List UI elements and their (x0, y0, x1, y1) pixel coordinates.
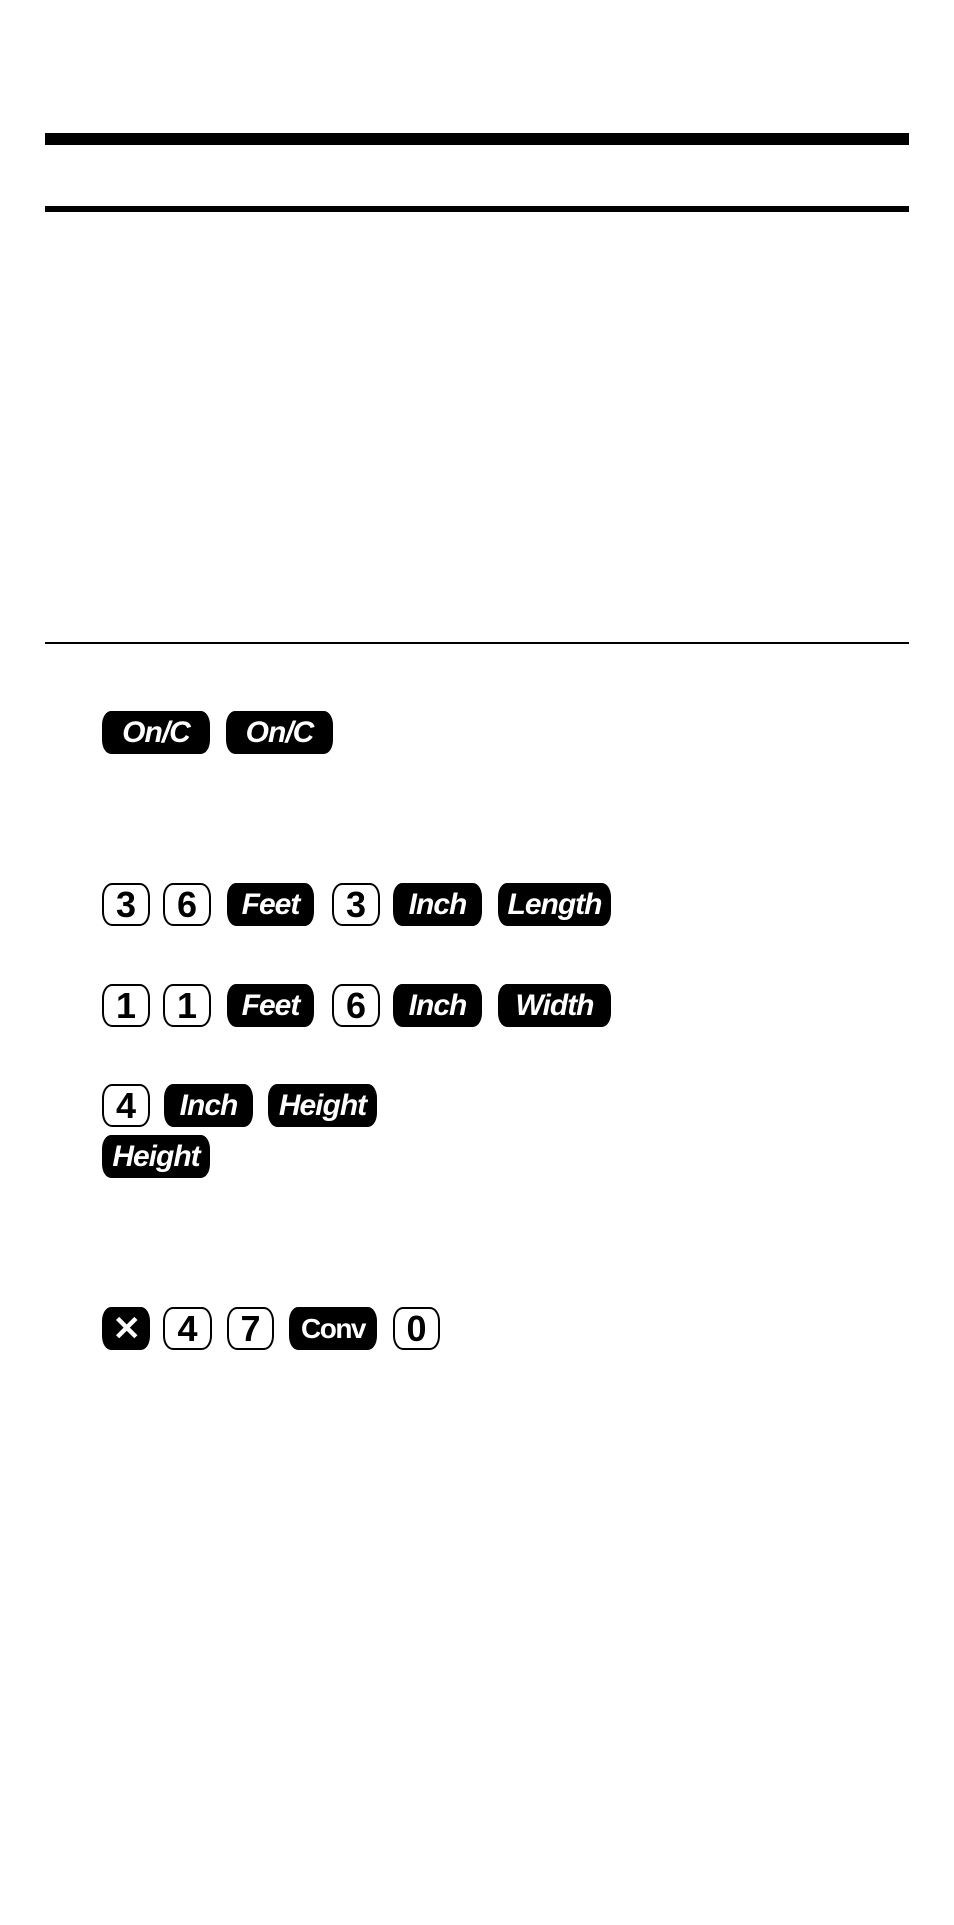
key-digit-3[interactable]: 3 (332, 883, 380, 926)
key-digit-4[interactable]: 4 (163, 1307, 212, 1350)
key-length[interactable]: Length (498, 883, 611, 926)
key-multiply[interactable]: ✕ (102, 1307, 150, 1350)
key-digit-6[interactable]: 6 (332, 984, 380, 1027)
heavy-rule-top (45, 133, 909, 145)
key-digit-3[interactable]: 3 (102, 883, 150, 926)
key-inch[interactable]: Inch (393, 984, 482, 1027)
key-on-clear[interactable]: On/C (102, 711, 210, 754)
key-convert[interactable]: Conv (289, 1307, 377, 1350)
key-feet[interactable]: Feet (227, 984, 314, 1027)
key-inch[interactable]: Inch (164, 1084, 253, 1127)
key-digit-0[interactable]: 0 (393, 1307, 440, 1350)
key-inch[interactable]: Inch (393, 883, 482, 926)
key-digit-6[interactable]: 6 (163, 883, 211, 926)
key-width[interactable]: Width (498, 984, 611, 1027)
key-digit-1[interactable]: 1 (163, 984, 211, 1027)
key-digit-1[interactable]: 1 (102, 984, 150, 1027)
section-divider (45, 642, 909, 644)
key-feet[interactable]: Feet (227, 883, 314, 926)
key-height[interactable]: Height (268, 1084, 377, 1127)
key-on-clear[interactable]: On/C (226, 711, 333, 754)
key-height[interactable]: Height (102, 1135, 210, 1178)
multiply-icon: ✕ (112, 1309, 142, 1348)
rule-under-title (45, 206, 909, 212)
key-digit-7[interactable]: 7 (227, 1307, 274, 1350)
key-digit-4[interactable]: 4 (102, 1084, 150, 1127)
